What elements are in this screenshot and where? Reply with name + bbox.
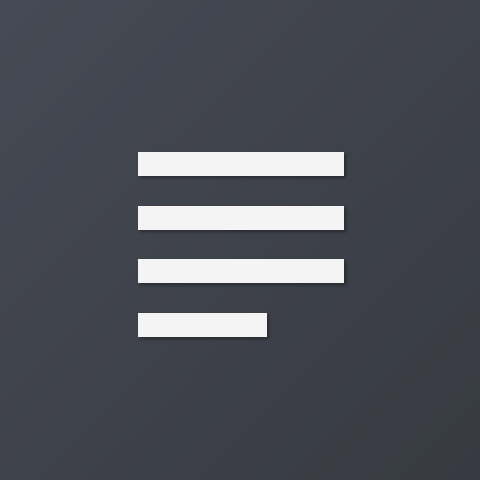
app-icon-tile[interactable]: [0, 0, 480, 480]
text-line-2: [138, 206, 344, 230]
text-line-3: [138, 259, 344, 283]
text-line-1: [138, 152, 344, 176]
text-line-4-short: [138, 313, 267, 337]
